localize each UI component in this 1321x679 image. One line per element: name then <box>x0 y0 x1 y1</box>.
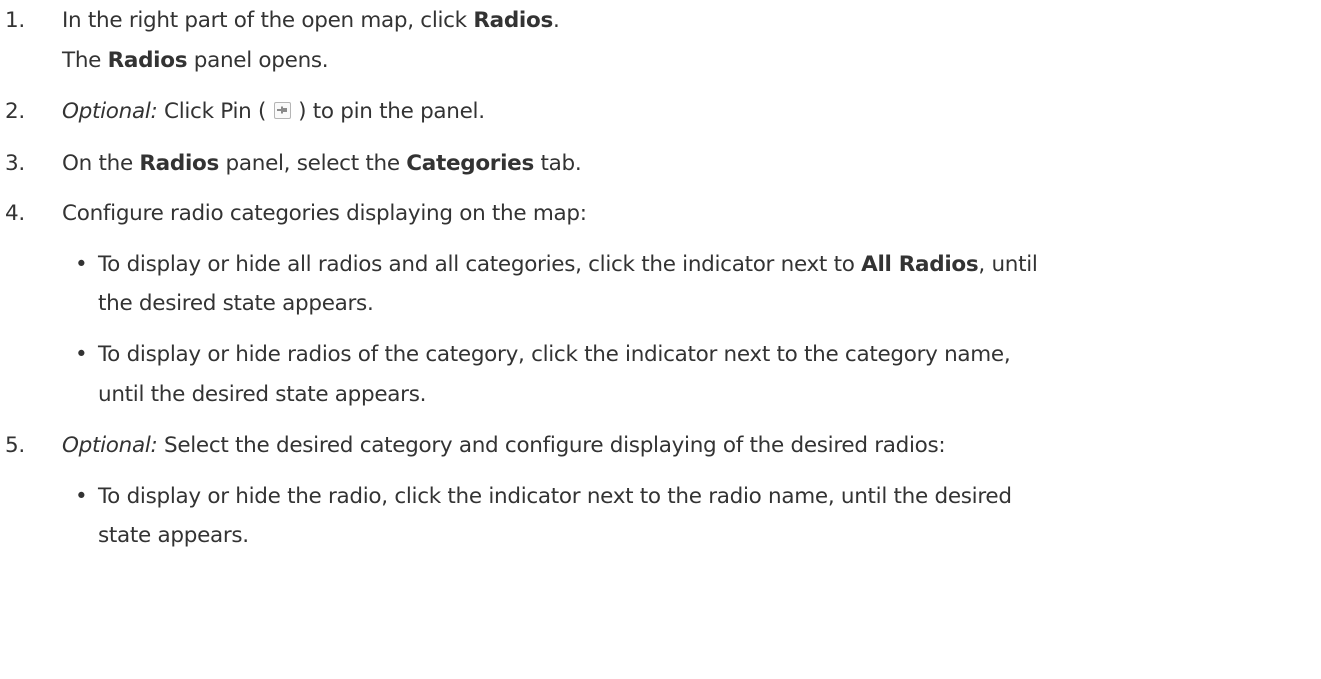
step-number: 4. <box>5 201 25 226</box>
bullet-marker: • <box>75 252 88 277</box>
step-2-text: Optional: Click Pin ( ) to pin the panel… <box>62 99 485 124</box>
step-4-bullet-2-continuation: until the desired state appears. <box>98 382 427 407</box>
bullet-marker: • <box>75 342 88 367</box>
step-number: 5. <box>5 433 25 458</box>
step-4-text: Configure radio categories displaying on… <box>62 201 587 226</box>
ui-term: Radios <box>139 151 219 176</box>
procedure-steps: 1. In the right part of the open map, cl… <box>0 0 1321 679</box>
step-4-bullet-1-continuation: the desired state appears. <box>98 291 374 316</box>
ui-term: Radios <box>473 8 553 33</box>
step-number: 1. <box>5 8 25 33</box>
step-1-result: The Radios panel opens. <box>62 48 329 73</box>
step-3-text: On the Radios panel, select the Categori… <box>62 151 582 176</box>
step-1-text: In the right part of the open map, click… <box>62 8 560 33</box>
pin-icon <box>273 102 291 119</box>
ui-term: Categories <box>406 151 534 176</box>
step-5-bullet-1-text: To display or hide the radio, click the … <box>98 484 1012 509</box>
step-number: 3. <box>5 151 25 176</box>
bullet-marker: • <box>75 484 88 509</box>
ui-term: All Radios <box>861 252 979 277</box>
optional-label: Optional: <box>62 99 158 124</box>
step-4-bullet-1-text: To display or hide all radios and all ca… <box>98 252 1038 277</box>
optional-label: Optional: <box>62 433 158 458</box>
step-number: 2. <box>5 99 25 124</box>
step-5-text: Optional: Select the desired category an… <box>62 433 946 458</box>
ui-term: Radios <box>107 48 188 73</box>
step-5-bullet-1-continuation: state appears. <box>98 523 249 548</box>
step-4-bullet-2-text: To display or hide radios of the categor… <box>98 342 1011 367</box>
